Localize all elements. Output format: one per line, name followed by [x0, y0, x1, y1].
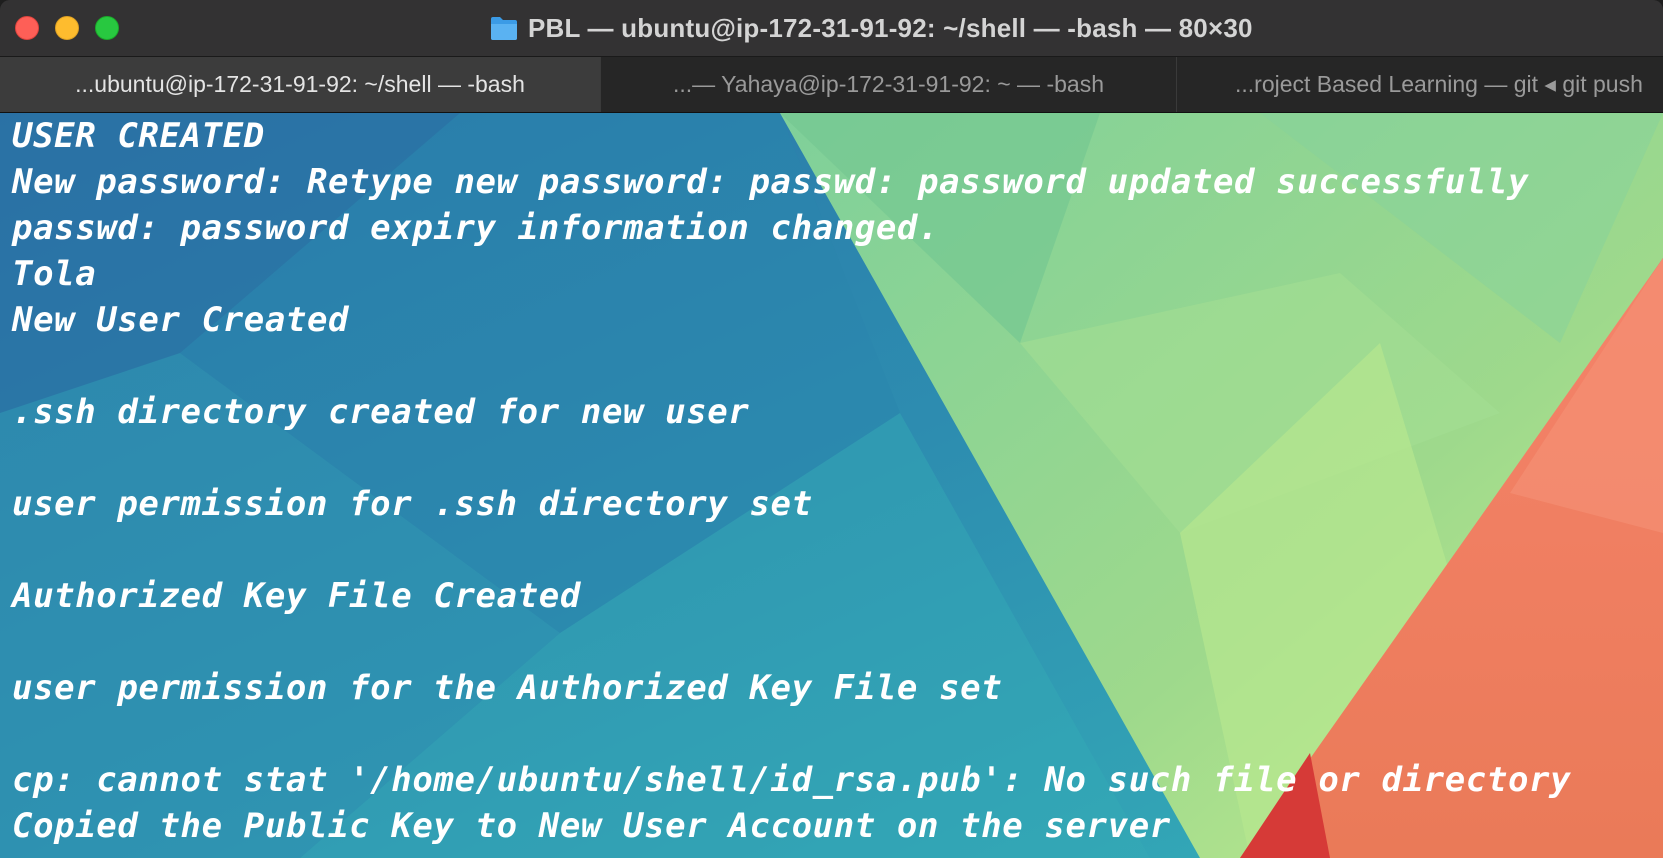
window-title: PBL — ubuntu@ip-172-31-91-92: ~/shell — … [528, 12, 1253, 43]
tab-bar: ...ubuntu@ip-172-31-91-92: ~/shell — -ba… [0, 57, 1663, 113]
terminal-output[interactable]: USER CREATED New password: Retype new pa… [0, 113, 1663, 858]
terminal-line: Copied the Public Key to New User Accoun… [12, 806, 1171, 846]
terminal-lines: USER CREATED New password: Retype new pa… [12, 113, 1571, 849]
terminal-line: Authorized Key File Created [12, 576, 581, 616]
terminal-line: user permission for the Authorized Key F… [12, 668, 1003, 708]
terminal-line: Tola [12, 254, 97, 294]
minimize-button[interactable] [55, 16, 79, 40]
tab-yahaya-home[interactable]: ...— Yahaya@ip-172-31-91-92: ~ — -bash [601, 57, 1177, 112]
terminal-window: PBL — ubuntu@ip-172-31-91-92: ~/shell — … [0, 0, 1663, 858]
close-button[interactable] [15, 16, 39, 40]
terminal-line: .ssh directory created for new user [12, 392, 750, 432]
terminal-line: New User Created [12, 300, 350, 340]
maximize-button[interactable] [95, 16, 119, 40]
terminal-line: cp: cannot stat '/home/ubuntu/shell/id_r… [12, 760, 1572, 800]
terminal-line: passwd: password expiry information chan… [12, 208, 940, 248]
folder-icon [490, 15, 518, 41]
terminal-line: user permission for .ssh directory set [12, 484, 813, 524]
terminal-line: New password: Retype new password: passw… [12, 162, 1530, 202]
window-title-group: PBL — ubuntu@ip-172-31-91-92: ~/shell — … [490, 12, 1253, 44]
title-bar[interactable]: PBL — ubuntu@ip-172-31-91-92: ~/shell — … [0, 0, 1663, 57]
terminal-line: USER CREATED [12, 116, 265, 156]
tab-ubuntu-shell[interactable]: ...ubuntu@ip-172-31-91-92: ~/shell — -ba… [0, 57, 601, 112]
tab-project-git-push[interactable]: ...roject Based Learning — git ◂ git pus… [1177, 57, 1663, 112]
